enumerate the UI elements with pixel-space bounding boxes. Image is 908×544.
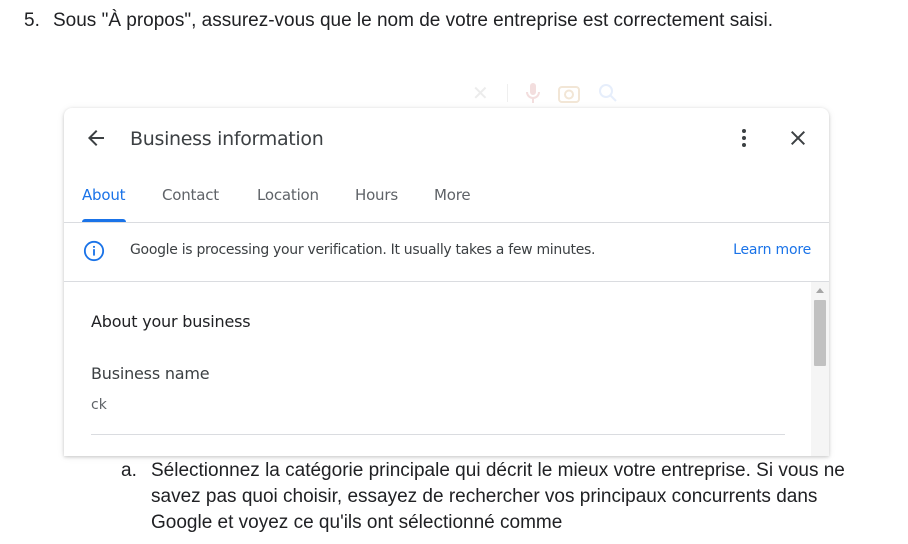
dialog-title: Business information (130, 128, 324, 150)
field-divider (91, 434, 785, 435)
back-arrow-icon[interactable] (84, 126, 108, 150)
learn-more-link[interactable]: Learn more (733, 242, 811, 258)
substep-text: Sélectionnez la catégorie principale qui… (151, 460, 845, 533)
scroll-thumb[interactable] (814, 300, 826, 366)
section-title: About your business (91, 312, 251, 331)
more-vert-icon[interactable] (732, 126, 756, 150)
active-tab-indicator (82, 219, 126, 222)
business-information-dialog: Business information About Contact Locat… (64, 108, 829, 456)
tab-hours[interactable]: Hours (355, 186, 398, 204)
dialog-header: Business information (64, 108, 829, 170)
scroll-up-arrow-icon[interactable] (816, 288, 824, 293)
close-icon[interactable] (786, 126, 810, 150)
search-icon (598, 84, 617, 102)
tab-location[interactable]: Location (257, 186, 319, 204)
business-name-label: Business name (91, 364, 210, 383)
step-text: Sous "À propos", assurez-vous que le nom… (53, 10, 773, 31)
camera-icon (557, 86, 580, 103)
tab-about[interactable]: About (82, 186, 126, 204)
notice-text: Google is processing your verification. … (130, 242, 596, 258)
scrollbar[interactable] (811, 282, 829, 456)
verification-notice: Google is processing your verification. … (64, 223, 829, 282)
substep-letter: a. (121, 460, 137, 481)
info-icon (83, 240, 105, 262)
background-search-toolbar: ✕ (472, 80, 618, 106)
clear-icon: ✕ (472, 82, 489, 105)
toolbar-separator (506, 84, 508, 102)
tab-more[interactable]: More (434, 186, 471, 204)
step-number: 5. (24, 10, 40, 31)
tab-bar: About Contact Location Hours More (64, 180, 829, 223)
mic-icon (525, 83, 540, 103)
business-name-value[interactable]: ck (91, 397, 107, 413)
tab-contact[interactable]: Contact (162, 186, 219, 204)
